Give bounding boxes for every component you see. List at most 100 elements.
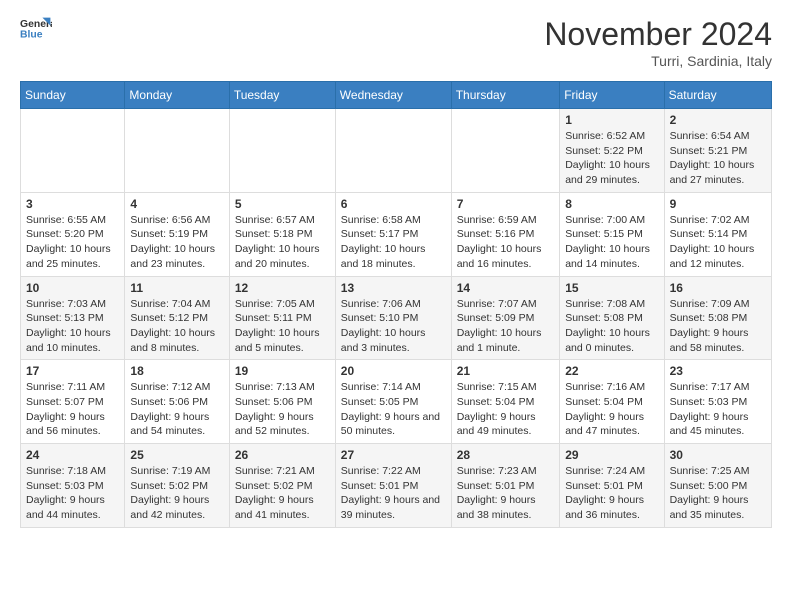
day-cell: 29 Sunrise: 7:24 AMSunset: 5:01 PMDayligh… <box>560 444 664 528</box>
day-cell <box>125 109 229 193</box>
day-number: 29 <box>565 448 658 462</box>
day-cell: 16Sunrise: 7:09 AMSunset: 5:08 PMDayligh… <box>664 276 771 360</box>
day-number: 11 <box>130 281 223 295</box>
day-number: 3 <box>26 197 119 211</box>
day-info: Sunrise: 7:12 AMSunset: 5:06 PMDaylight:… <box>130 380 223 439</box>
day-cell: 19Sunrise: 7:13 AMSunset: 5:06 PMDayligh… <box>229 360 335 444</box>
day-info: Sunrise: 7:19 AMSunset: 5:02 PMDaylight:… <box>130 464 223 523</box>
day-number: 4 <box>130 197 223 211</box>
day-info: Sunrise: 7:24 AMSunset: 5:01 PMDaylight:… <box>565 464 658 523</box>
day-cell: 26Sunrise: 7:21 AMSunset: 5:02 PMDayligh… <box>229 444 335 528</box>
day-info: Sunrise: 7:05 AMSunset: 5:11 PMDaylight:… <box>235 297 330 356</box>
day-number: 23 <box>670 364 766 378</box>
day-number: 18 <box>130 364 223 378</box>
day-number: 20 <box>341 364 446 378</box>
logo-icon: General Blue <box>20 16 52 40</box>
day-cell <box>21 109 125 193</box>
month-title: November 2024 <box>544 16 772 53</box>
day-info: Sunrise: 7:00 AMSunset: 5:15 PMDaylight:… <box>565 213 658 272</box>
day-info: Sunrise: 6:57 AMSunset: 5:18 PMDaylight:… <box>235 213 330 272</box>
day-number: 15 <box>565 281 658 295</box>
day-cell: 5 Sunrise: 6:57 AMSunset: 5:18 PMDaylight… <box>229 192 335 276</box>
day-info: Sunrise: 7:17 AMSunset: 5:03 PMDaylight:… <box>670 380 766 439</box>
col-header-tuesday: Tuesday <box>229 82 335 109</box>
day-cell: 3 Sunrise: 6:55 AMSunset: 5:20 PMDaylight… <box>21 192 125 276</box>
day-info: Sunrise: 7:02 AMSunset: 5:14 PMDaylight:… <box>670 213 766 272</box>
calendar-table: SundayMondayTuesdayWednesdayThursdayFrid… <box>20 81 772 528</box>
day-cell: 15 Sunrise: 7:08 AMSunset: 5:08 PMDayligh… <box>560 276 664 360</box>
day-info: Sunrise: 7:14 AMSunset: 5:05 PMDaylight:… <box>341 380 446 439</box>
day-number: 19 <box>235 364 330 378</box>
col-header-thursday: Thursday <box>451 82 559 109</box>
day-number: 17 <box>26 364 119 378</box>
day-number: 7 <box>457 197 554 211</box>
day-info: Sunrise: 7:04 AMSunset: 5:12 PMDaylight:… <box>130 297 223 356</box>
day-cell: 14 Sunrise: 7:07 AMSunset: 5:09 PMDayligh… <box>451 276 559 360</box>
col-header-wednesday: Wednesday <box>335 82 451 109</box>
day-cell: 20 Sunrise: 7:14 AMSunset: 5:05 PMDayligh… <box>335 360 451 444</box>
day-cell: 2 Sunrise: 6:54 AMSunset: 5:21 PMDaylight… <box>664 109 771 193</box>
day-number: 21 <box>457 364 554 378</box>
day-cell: 30Sunrise: 7:25 AMSunset: 5:00 PMDayligh… <box>664 444 771 528</box>
day-info: Sunrise: 7:08 AMSunset: 5:08 PMDaylight:… <box>565 297 658 356</box>
day-number: 24 <box>26 448 119 462</box>
logo: General Blue <box>20 16 52 40</box>
day-cell: 8Sunrise: 7:00 AMSunset: 5:15 PMDaylight… <box>560 192 664 276</box>
day-info: Sunrise: 6:56 AMSunset: 5:19 PMDaylight:… <box>130 213 223 272</box>
day-info: Sunrise: 7:07 AMSunset: 5:09 PMDaylight:… <box>457 297 554 356</box>
day-cell: 11 Sunrise: 7:04 AMSunset: 5:12 PMDayligh… <box>125 276 229 360</box>
day-info: Sunrise: 6:54 AMSunset: 5:21 PMDaylight:… <box>670 129 766 188</box>
day-number: 5 <box>235 197 330 211</box>
day-info: Sunrise: 7:15 AMSunset: 5:04 PMDaylight:… <box>457 380 554 439</box>
day-info: Sunrise: 7:22 AMSunset: 5:01 PMDaylight:… <box>341 464 446 523</box>
day-number: 14 <box>457 281 554 295</box>
day-cell: 6Sunrise: 6:58 AMSunset: 5:17 PMDaylight… <box>335 192 451 276</box>
day-cell: 17 Sunrise: 7:11 AMSunset: 5:07 PMDayligh… <box>21 360 125 444</box>
week-row-4: 17 Sunrise: 7:11 AMSunset: 5:07 PMDayligh… <box>21 360 772 444</box>
day-number: 26 <box>235 448 330 462</box>
day-number: 6 <box>341 197 446 211</box>
week-row-5: 24 Sunrise: 7:18 AMSunset: 5:03 PMDayligh… <box>21 444 772 528</box>
day-number: 27 <box>341 448 446 462</box>
day-cell: 13Sunrise: 7:06 AMSunset: 5:10 PMDayligh… <box>335 276 451 360</box>
day-cell: 25 Sunrise: 7:19 AMSunset: 5:02 PMDayligh… <box>125 444 229 528</box>
day-cell: 28 Sunrise: 7:23 AMSunset: 5:01 PMDayligh… <box>451 444 559 528</box>
location: Turri, Sardinia, Italy <box>544 53 772 69</box>
day-cell: 7 Sunrise: 6:59 AMSunset: 5:16 PMDaylight… <box>451 192 559 276</box>
day-number: 12 <box>235 281 330 295</box>
day-info: Sunrise: 6:52 AMSunset: 5:22 PMDaylight:… <box>565 129 658 188</box>
day-info: Sunrise: 7:09 AMSunset: 5:08 PMDaylight:… <box>670 297 766 356</box>
day-number: 25 <box>130 448 223 462</box>
day-number: 10 <box>26 281 119 295</box>
day-info: Sunrise: 7:23 AMSunset: 5:01 PMDaylight:… <box>457 464 554 523</box>
day-cell: 23 Sunrise: 7:17 AMSunset: 5:03 PMDayligh… <box>664 360 771 444</box>
day-cell <box>335 109 451 193</box>
day-cell: 21 Sunrise: 7:15 AMSunset: 5:04 PMDayligh… <box>451 360 559 444</box>
col-header-sunday: Sunday <box>21 82 125 109</box>
day-number: 13 <box>341 281 446 295</box>
day-cell: 4 Sunrise: 6:56 AMSunset: 5:19 PMDaylight… <box>125 192 229 276</box>
day-info: Sunrise: 6:55 AMSunset: 5:20 PMDaylight:… <box>26 213 119 272</box>
day-info: Sunrise: 7:11 AMSunset: 5:07 PMDaylight:… <box>26 380 119 439</box>
col-header-saturday: Saturday <box>664 82 771 109</box>
day-cell: 24 Sunrise: 7:18 AMSunset: 5:03 PMDayligh… <box>21 444 125 528</box>
day-number: 9 <box>670 197 766 211</box>
day-number: 30 <box>670 448 766 462</box>
day-cell: 9 Sunrise: 7:02 AMSunset: 5:14 PMDaylight… <box>664 192 771 276</box>
col-header-monday: Monday <box>125 82 229 109</box>
header: General Blue November 2024 Turri, Sardin… <box>20 16 772 69</box>
day-cell: 18 Sunrise: 7:12 AMSunset: 5:06 PMDayligh… <box>125 360 229 444</box>
col-header-friday: Friday <box>560 82 664 109</box>
day-cell: 1Sunrise: 6:52 AMSunset: 5:22 PMDaylight… <box>560 109 664 193</box>
day-cell: 22Sunrise: 7:16 AMSunset: 5:04 PMDayligh… <box>560 360 664 444</box>
day-info: Sunrise: 6:59 AMSunset: 5:16 PMDaylight:… <box>457 213 554 272</box>
day-cell <box>229 109 335 193</box>
page: General Blue November 2024 Turri, Sardin… <box>0 0 792 544</box>
day-number: 28 <box>457 448 554 462</box>
day-cell: 12 Sunrise: 7:05 AMSunset: 5:11 PMDayligh… <box>229 276 335 360</box>
week-row-3: 10Sunrise: 7:03 AMSunset: 5:13 PMDayligh… <box>21 276 772 360</box>
svg-text:Blue: Blue <box>20 30 43 40</box>
day-number: 2 <box>670 113 766 127</box>
day-cell: 10Sunrise: 7:03 AMSunset: 5:13 PMDayligh… <box>21 276 125 360</box>
day-info: Sunrise: 7:18 AMSunset: 5:03 PMDaylight:… <box>26 464 119 523</box>
